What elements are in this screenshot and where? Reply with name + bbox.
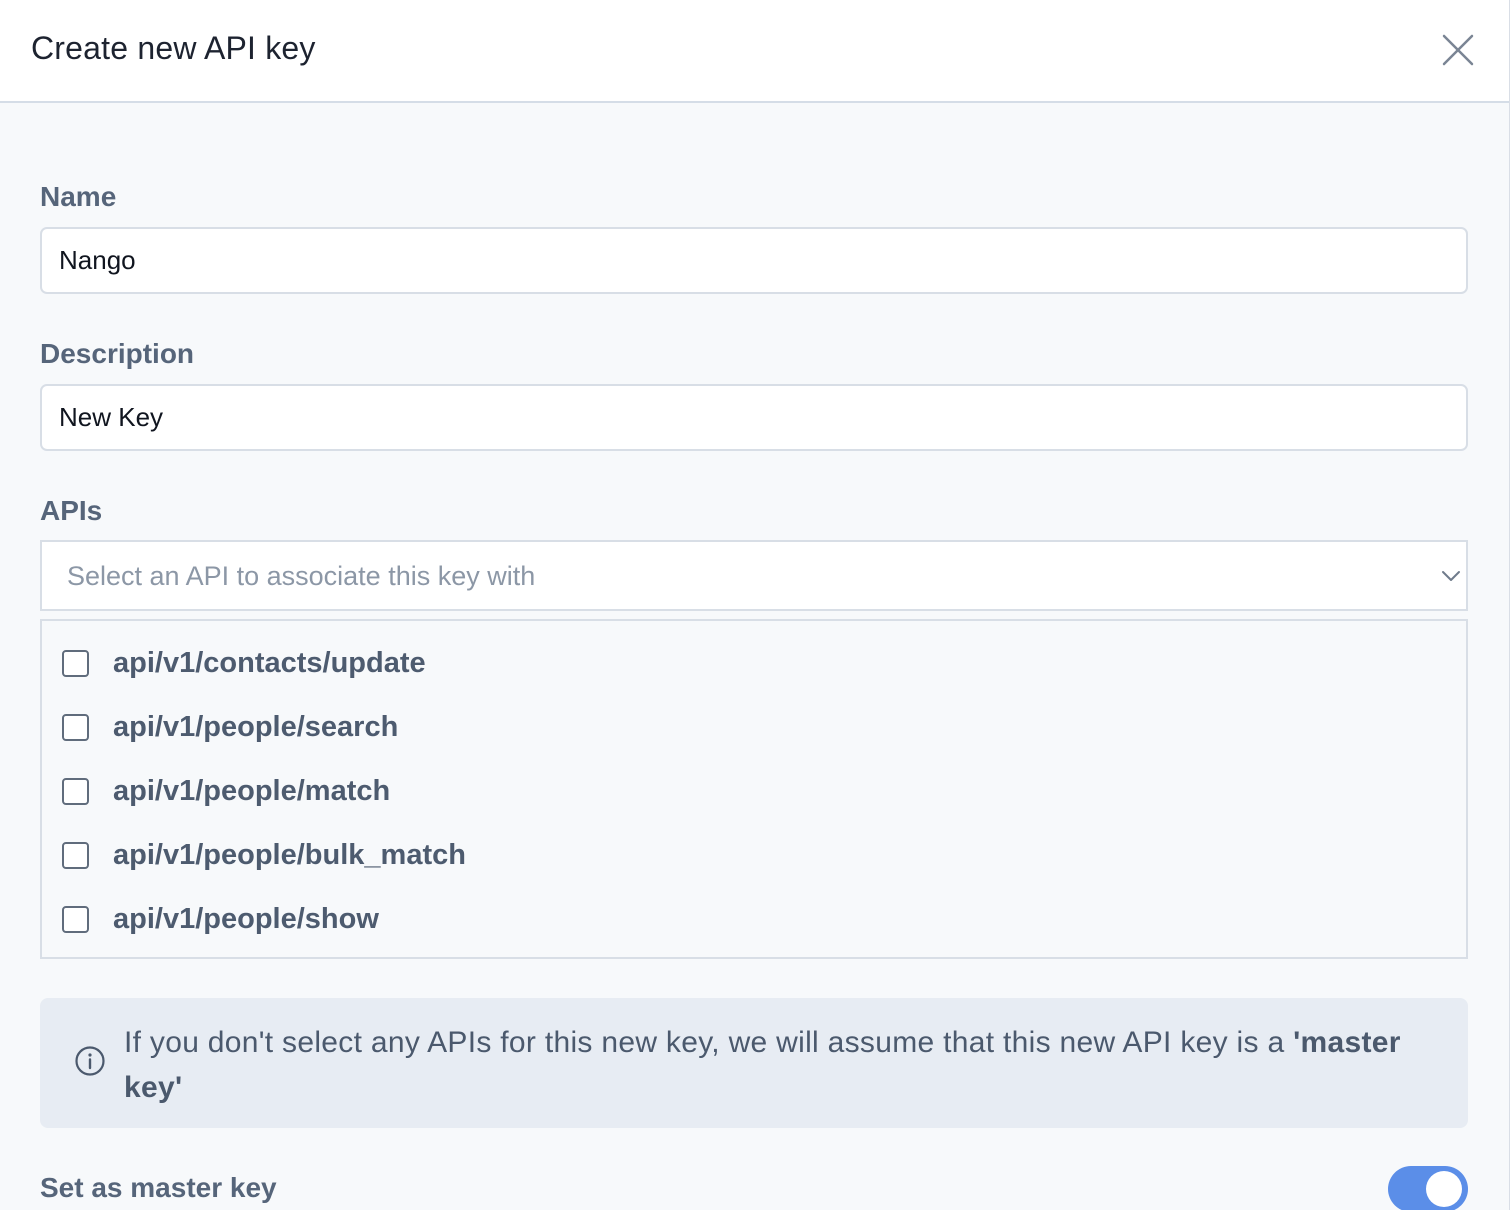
api-option-people-bulk-match[interactable]: api/v1/people/bulk_match	[62, 833, 466, 877]
name-input[interactable]	[40, 227, 1468, 294]
name-label: Name	[40, 181, 117, 212]
api-option-contacts-update[interactable]: api/v1/contacts/update	[62, 641, 426, 685]
modal-header: Create new API key	[0, 0, 1509, 103]
checkbox[interactable]	[62, 777, 89, 805]
description-input[interactable]	[40, 384, 1468, 451]
modal-title: Create new API key	[31, 30, 316, 66]
description-label: Description	[40, 338, 195, 369]
api-option-label: api/v1/people/show	[113, 902, 379, 935]
master-key-label: Set as master key	[40, 1172, 277, 1203]
checkbox[interactable]	[62, 649, 89, 677]
apis-label: APIs	[40, 495, 103, 526]
api-option-label: api/v1/people/bulk_match	[113, 838, 466, 871]
api-option-people-search[interactable]: api/v1/people/search	[62, 705, 398, 749]
info-icon	[75, 1046, 105, 1076]
master-key-info-banner: If you don't select any APIs for this ne…	[40, 998, 1468, 1128]
checkbox[interactable]	[62, 905, 89, 933]
create-api-key-modal: Create new API key Name Description APIs…	[0, 0, 1510, 1210]
close-icon[interactable]	[1438, 30, 1478, 70]
api-options-list: api/v1/contacts/update api/v1/people/sea…	[40, 619, 1468, 959]
info-text-main: If you don't select any APIs for this ne…	[124, 1026, 1294, 1059]
api-option-label: api/v1/people/search	[113, 710, 399, 743]
api-select[interactable]: Select an API to associate this key with	[40, 540, 1468, 611]
chevron-down-icon	[1442, 571, 1460, 581]
checkbox[interactable]	[62, 713, 89, 741]
master-key-toggle[interactable]	[1388, 1166, 1468, 1210]
api-option-people-match[interactable]: api/v1/people/match	[62, 769, 390, 813]
api-option-label: api/v1/people/match	[113, 774, 391, 807]
api-option-label: api/v1/contacts/update	[113, 646, 426, 679]
checkbox[interactable]	[62, 841, 89, 869]
api-select-placeholder: Select an API to associate this key with	[67, 561, 536, 591]
toggle-knob	[1426, 1171, 1462, 1207]
info-text: If you don't select any APIs for this ne…	[124, 1020, 1424, 1110]
api-option-people-show[interactable]: api/v1/people/show	[62, 897, 379, 941]
